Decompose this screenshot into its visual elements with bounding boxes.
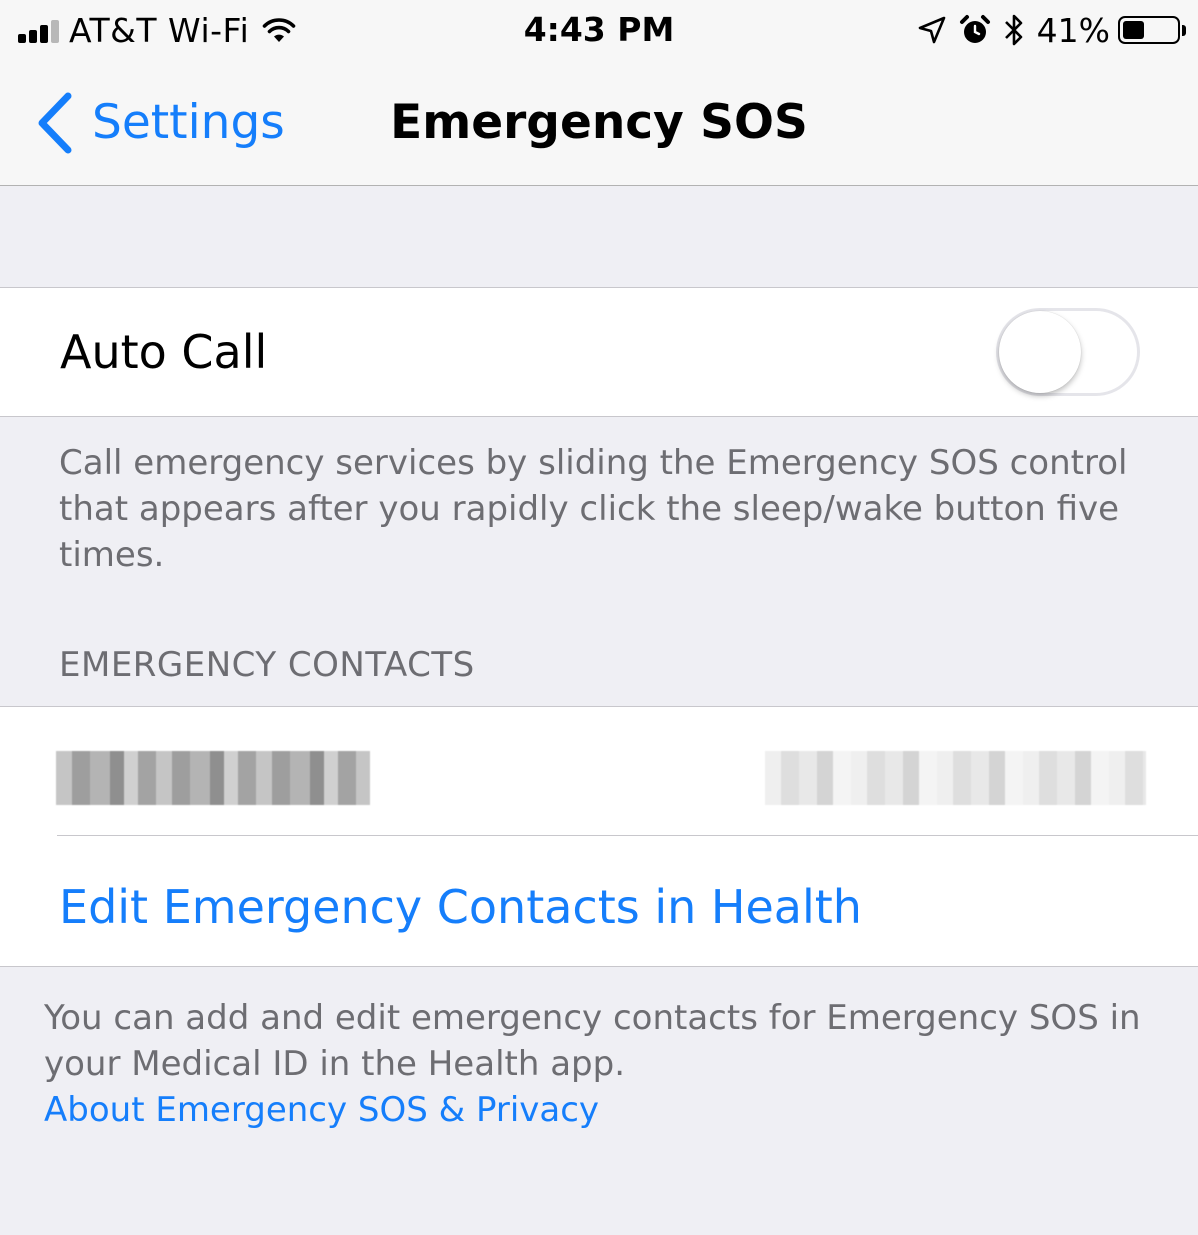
toggle-knob xyxy=(999,311,1081,393)
battery-icon xyxy=(1118,16,1180,44)
location-arrow-icon xyxy=(918,16,945,44)
bluetooth-icon xyxy=(1004,14,1022,46)
page-title: Emergency SOS xyxy=(390,95,808,150)
battery-fill xyxy=(1123,21,1145,39)
status-bar: AT&T Wi-Fi 4:43 PM 41% xyxy=(0,0,1198,60)
auto-call-footer: Call emergency services by sliding the E… xyxy=(59,443,1128,575)
emergency-contacts-header: EMERGENCY CONTACTS xyxy=(59,645,475,685)
status-bar-right: 41% xyxy=(917,10,1186,50)
auto-call-cell: Auto Call xyxy=(0,287,1198,417)
emergency-contacts-group: Edit Emergency Contacts in Health xyxy=(0,706,1198,967)
navigation-bar: Settings Emergency SOS xyxy=(0,60,1198,186)
battery-percent: 41% xyxy=(1036,10,1110,50)
edit-emergency-contacts-link[interactable]: Edit Emergency Contacts in Health xyxy=(59,877,862,937)
privacy-link[interactable]: About Emergency SOS & Privacy xyxy=(44,1087,599,1133)
redacted-contact-phone xyxy=(765,751,1146,805)
row-separator xyxy=(57,835,1198,836)
battery-tip xyxy=(1182,24,1186,36)
auto-call-toggle[interactable] xyxy=(996,308,1140,396)
redacted-contact-name xyxy=(56,751,370,805)
alarm-icon xyxy=(959,15,990,43)
health-footer: You can add and edit emergency contacts … xyxy=(44,998,1141,1084)
auto-call-label: Auto Call xyxy=(60,325,268,379)
emergency-contact-row[interactable] xyxy=(0,707,1198,835)
